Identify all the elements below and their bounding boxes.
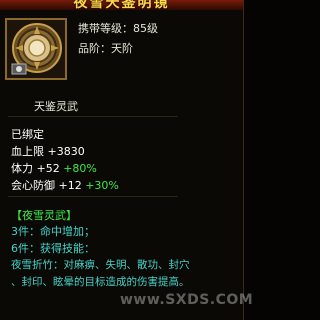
watermark: www.SXDS.COM bbox=[120, 292, 254, 308]
stat-stamina-label: 体力 bbox=[11, 162, 33, 175]
stat-hp: 血上限 +3830 bbox=[11, 143, 85, 159]
set-bonus-3: 3件：命中增加； bbox=[11, 225, 95, 238]
stat-crit-def-bonus: +30% bbox=[85, 179, 119, 192]
set-skill-line-1: 夜雪折竹：对麻痹、失明、散功、封穴 bbox=[11, 259, 190, 271]
divider bbox=[8, 196, 178, 197]
level-line: 携带等级：85级 bbox=[78, 20, 158, 36]
title-bar: 夜雪天鉴明镜 bbox=[0, 0, 243, 10]
item-icon-slot[interactable] bbox=[5, 18, 67, 80]
stat-crit-def-value: +12 bbox=[58, 179, 82, 192]
level-value: 85级 bbox=[133, 22, 158, 35]
stat-hp-value: +3830 bbox=[47, 145, 85, 158]
item-title: 夜雪天鉴明镜 bbox=[73, 0, 170, 10]
stat-stamina-value: +52 bbox=[36, 162, 60, 175]
set-bonus-6: 6件：获得技能： bbox=[11, 242, 95, 255]
stat-crit-def: 会心防御 +12 +30% bbox=[11, 177, 119, 193]
stat-stamina-bonus: +80% bbox=[63, 162, 97, 175]
rank-label: 品阶： bbox=[78, 42, 111, 55]
rank-value: 天阶 bbox=[111, 42, 133, 55]
mirror-shield-icon bbox=[7, 20, 65, 78]
item-tooltip: 夜雪天鉴明镜 携带等级：85级 品阶：天阶 天鉴灵武 已绑定 血上限 +3830… bbox=[0, 0, 253, 320]
rank-line: 品阶：天阶 bbox=[78, 40, 133, 56]
divider bbox=[8, 116, 178, 117]
set-skill-line-2: 、封印、眩晕的目标造成的伤害提高。 bbox=[11, 276, 190, 288]
level-label: 携带等级： bbox=[78, 22, 133, 35]
stat-crit-def-label: 会心防御 bbox=[11, 179, 55, 192]
stat-stamina: 体力 +52 +80% bbox=[11, 160, 97, 176]
set-name: 【夜雪灵武】 bbox=[11, 209, 77, 222]
bound-status: 已绑定 bbox=[11, 128, 44, 141]
stat-hp-label: 血上限 bbox=[11, 145, 44, 158]
item-subtitle: 天鉴灵武 bbox=[34, 100, 78, 113]
